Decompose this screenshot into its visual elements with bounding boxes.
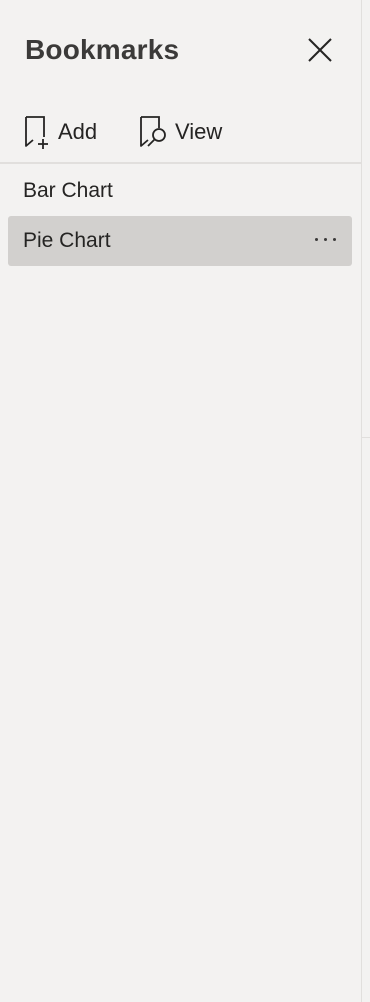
pane-title: Bookmarks bbox=[25, 34, 180, 65]
canvas-edge bbox=[362, 0, 370, 1002]
bookmark-add-icon bbox=[25, 116, 48, 149]
bookmark-item-label: Pie Chart bbox=[23, 229, 111, 252]
bookmark-item-bar-chart[interactable]: Bar Chart bbox=[8, 166, 352, 216]
bookmark-item-label: Bar Chart bbox=[23, 179, 113, 202]
more-options-dot bbox=[323, 237, 327, 241]
more-options-icon bbox=[314, 237, 318, 241]
add-bookmark-button[interactable]: Add bbox=[22, 112, 97, 152]
close-icon bbox=[308, 38, 332, 62]
bookmark-view-icon bbox=[140, 116, 166, 147]
pane-header: Bookmarks bbox=[0, 0, 361, 100]
view-bookmark-button[interactable]: View bbox=[137, 112, 222, 152]
toolbar-divider bbox=[0, 162, 361, 164]
bookmarks-toolbar: Add View bbox=[0, 108, 361, 156]
close-button[interactable] bbox=[300, 30, 340, 70]
more-options-button[interactable] bbox=[310, 226, 340, 252]
bookmark-item-pie-chart[interactable]: Pie Chart bbox=[8, 216, 352, 266]
add-bookmark-label: Add bbox=[58, 119, 98, 144]
bookmarks-pane: Bookmarks Add View Bar Chart Pie Chart bbox=[0, 0, 362, 1002]
view-bookmark-label: View bbox=[175, 119, 223, 144]
more-options-dot bbox=[332, 237, 336, 241]
canvas-edge-divider bbox=[362, 437, 370, 438]
